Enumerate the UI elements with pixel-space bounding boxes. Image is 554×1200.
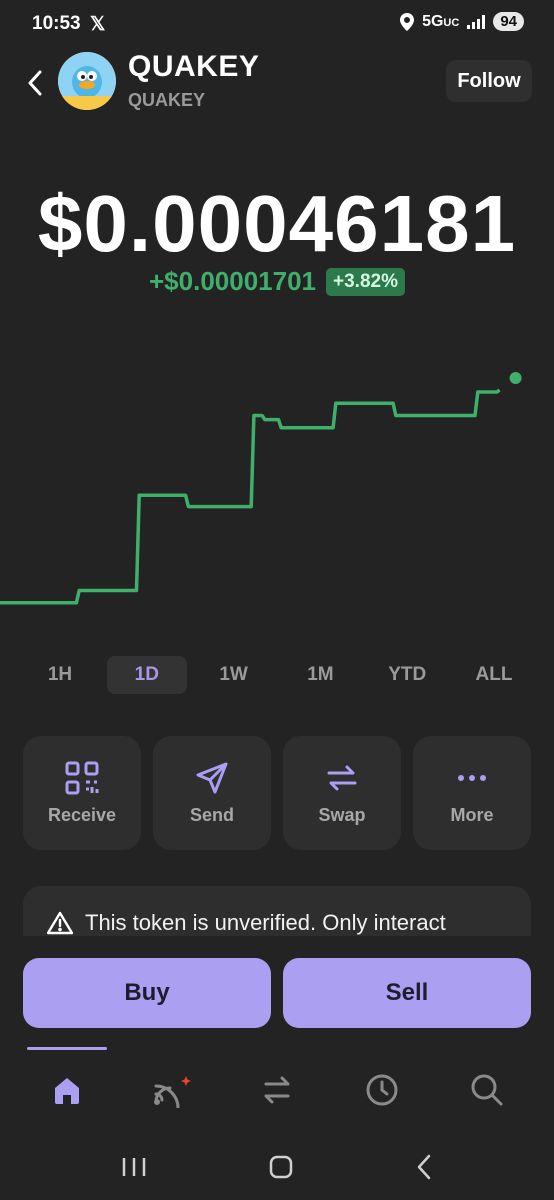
location-icon	[400, 12, 415, 31]
send-label: Send	[189, 804, 234, 825]
more-icon	[458, 774, 486, 781]
history-icon	[366, 1074, 398, 1106]
swap-label: Swap	[318, 804, 366, 825]
activity-icon	[153, 1076, 191, 1108]
qr-code-icon	[65, 761, 99, 794]
range-tab-all[interactable]: ALL	[454, 656, 534, 694]
home-button-icon[interactable]	[268, 1154, 294, 1180]
unverified-warning: This token is unverified. Only interact	[23, 886, 531, 936]
action-grid: Receive Send Swap More	[23, 736, 531, 850]
nav-search[interactable]	[435, 1060, 540, 1120]
send-button[interactable]: Send	[153, 736, 271, 850]
bottom-nav	[14, 1060, 540, 1120]
back-nav-icon[interactable]	[415, 1154, 433, 1180]
token-ticker: QUAKEY	[128, 90, 206, 110]
nav-home[interactable]	[14, 1060, 119, 1120]
range-tab-1m[interactable]: 1M	[280, 656, 360, 694]
recent-apps-icon[interactable]	[121, 1156, 147, 1178]
x-logo-icon: 𝕏	[90, 14, 106, 35]
price-change-percent-badge: +3.82%	[326, 267, 405, 296]
battery-badge: 94	[493, 12, 524, 31]
swap-icon	[327, 765, 357, 790]
time-range-selector: 1H 1D 1W 1M YTD ALL	[20, 656, 534, 694]
system-nav-bar	[0, 1134, 554, 1200]
swap-button[interactable]: Swap	[283, 736, 401, 850]
price-change-absolute: +$0.00001701	[149, 266, 317, 296]
token-price: $0.00046181	[37, 179, 517, 268]
nav-swap[interactable]	[224, 1060, 329, 1120]
token-header: QUAKEY QUAKEY Follow	[0, 48, 554, 118]
nav-history[interactable]	[330, 1060, 435, 1120]
receive-label: Receive	[47, 804, 117, 825]
active-tab-indicator	[27, 1047, 107, 1050]
current-price-dot	[509, 371, 522, 384]
price-chart[interactable]	[0, 335, 554, 625]
back-button[interactable]	[20, 66, 50, 100]
send-icon	[196, 762, 228, 793]
receive-button[interactable]: Receive	[23, 736, 141, 850]
trade-buttons: Buy Sell	[23, 958, 531, 1028]
home-icon	[54, 1078, 79, 1104]
token-avatar	[58, 52, 116, 110]
swap-icon	[264, 1076, 290, 1104]
warning-text: This token is unverified. Only interact	[85, 910, 446, 935]
warning-icon	[47, 911, 73, 935]
token-name: QUAKEY	[128, 50, 260, 83]
price-line	[0, 388, 501, 605]
price-change: +$0.00001701 +3.82%	[0, 266, 554, 297]
range-tab-1d[interactable]: 1D	[106, 656, 187, 694]
sell-button[interactable]: Sell	[283, 958, 531, 1028]
search-icon	[471, 1074, 503, 1106]
nav-activity[interactable]	[119, 1060, 224, 1120]
status-right: 5GUC 94	[400, 12, 524, 31]
range-tab-1w[interactable]: 1W	[194, 656, 274, 694]
signal-icon	[467, 14, 486, 29]
chevron-left-icon	[28, 70, 42, 96]
buy-button[interactable]: Buy	[23, 958, 271, 1028]
status-time: 10:53	[32, 13, 81, 34]
more-button[interactable]: More	[413, 736, 531, 850]
range-tab-ytd[interactable]: YTD	[367, 656, 447, 694]
range-tab-1h[interactable]: 1H	[20, 656, 100, 694]
more-label: More	[450, 804, 494, 825]
status-bar: 10:53 𝕏 5GUC 94	[0, 0, 554, 48]
network-label: 5GUC	[422, 12, 460, 30]
follow-button[interactable]: Follow	[446, 60, 532, 102]
